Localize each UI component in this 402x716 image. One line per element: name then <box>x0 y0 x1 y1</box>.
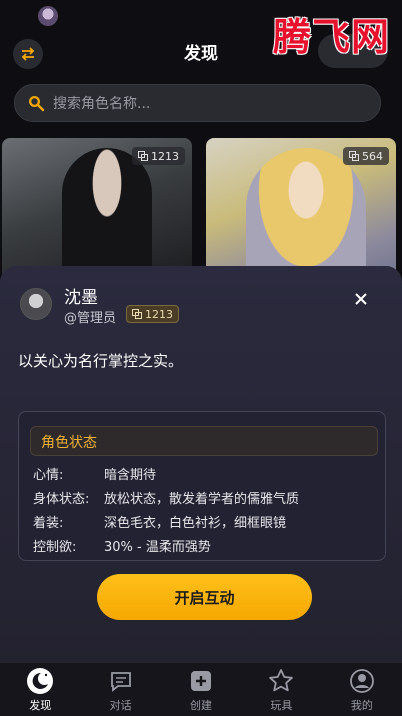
status-title: 角色状态 <box>41 435 97 451</box>
status-row: 心情: 暗含期待 <box>33 464 156 483</box>
status-key: 着装: <box>33 516 64 531</box>
close-icon <box>355 293 367 305</box>
character-quote: 以关心为名行掌控之实。 <box>18 352 184 370</box>
tab-toys[interactable]: 玩具 <box>241 663 321 716</box>
tab-label: 我的 <box>350 699 373 712</box>
status-key: 身体状态: <box>33 492 90 507</box>
status-value: 暗含期待 <box>104 468 157 483</box>
tab-chat[interactable]: 对话 <box>80 663 160 716</box>
count-badge: 1213 <box>126 305 179 323</box>
status-row: 身体状态: 放松状态，散发着学者的儒雅气质 <box>33 488 299 507</box>
star-icon <box>267 667 295 695</box>
count-badge: 564 <box>343 147 389 165</box>
status-row: 着装: 深色毛衣，白色衬衫，细框眼镜 <box>33 512 286 531</box>
status-panel: 角色状态 心情: 暗含期待 身体状态: 放松状态，散发着学者的儒雅气质 着装: 深色毛… <box>18 411 386 561</box>
search-input[interactable]: 搜索角色名称... <box>53 93 150 113</box>
search-bar[interactable]: 搜索角色名称... <box>14 84 381 122</box>
plus-icon <box>187 667 215 695</box>
copy-icon <box>349 151 359 161</box>
status-header: 角色状态 <box>30 426 378 456</box>
copy-icon <box>138 151 148 161</box>
tab-profile[interactable]: 我的 <box>322 663 402 716</box>
start-interaction-button[interactable]: 开启互动 <box>97 574 312 620</box>
status-row: 控制欲: 30% - 温柔而强势 <box>33 536 211 555</box>
tab-label: 对话 <box>109 699 132 712</box>
status-key: 控制欲: <box>33 540 77 555</box>
status-value: 30% - 温柔而强势 <box>104 540 211 555</box>
tab-label: 创建 <box>190 699 213 712</box>
moon-icon <box>26 667 54 695</box>
search-icon <box>29 96 45 112</box>
tab-discover[interactable]: 发现 <box>0 663 80 716</box>
tab-label: 玩具 <box>270 699 293 712</box>
count-value: 1213 <box>151 149 179 163</box>
count-badge: 1213 <box>132 147 185 165</box>
chat-icon <box>107 667 135 695</box>
count-value: 564 <box>362 149 383 163</box>
copy-icon <box>132 309 142 319</box>
tab-create[interactable]: 创建 <box>161 663 241 716</box>
character-avatar <box>20 288 52 320</box>
character-name: 沈墨 <box>64 288 98 308</box>
status-value: 放松状态，散发着学者的儒雅气质 <box>104 492 300 507</box>
character-detail-sheet: 沈墨 @管理员 1213 以关心为名行掌控之实。 角色状态 心情: 暗含期待 身体… <box>0 266 402 662</box>
bottom-tab-bar: 发现 对话 创建 玩具 我的 <box>0 662 402 716</box>
status-avatar <box>38 6 58 26</box>
count-value: 1213 <box>145 307 173 321</box>
profile-icon <box>348 667 376 695</box>
tab-label: 发现 <box>29 699 52 712</box>
status-value: 深色毛衣，白色衬衫，细框眼镜 <box>104 516 287 531</box>
creator-handle[interactable]: @管理员 <box>64 307 116 326</box>
close-button[interactable] <box>350 288 372 310</box>
status-key: 心情: <box>33 468 64 483</box>
watermark-logo: 腾飞网 <box>272 14 390 59</box>
